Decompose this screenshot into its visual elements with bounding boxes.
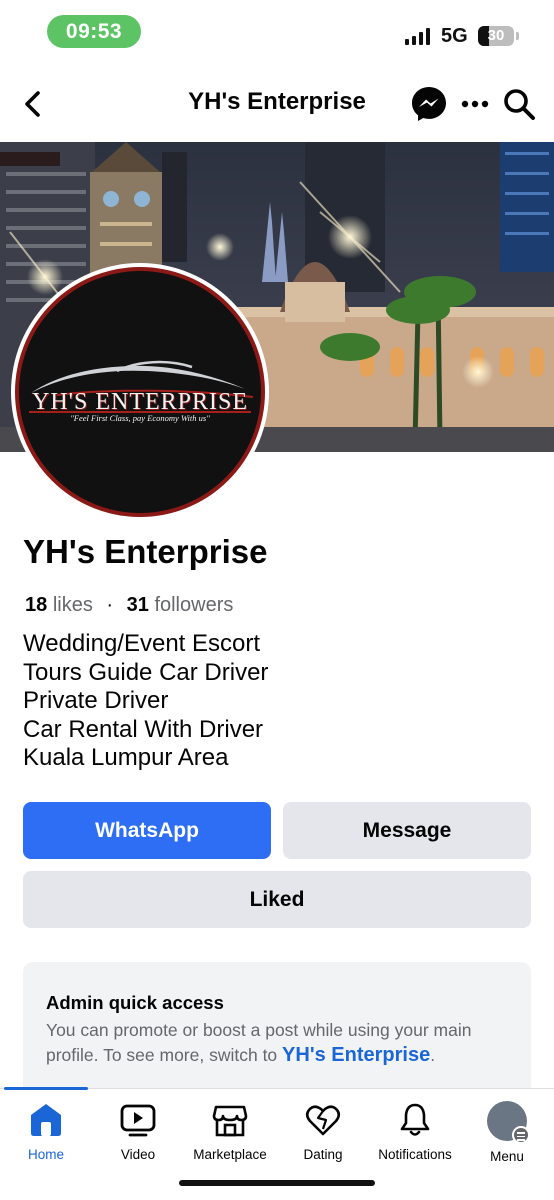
nav-label-dating: Dating xyxy=(303,1147,343,1162)
nav-item-marketplace[interactable]: Marketplace xyxy=(184,1101,276,1162)
logo-tagline: "Feel First Class, pay Economy With us" xyxy=(70,413,210,423)
video-icon xyxy=(120,1104,156,1137)
nav-label-menu: Menu xyxy=(490,1149,524,1164)
admin-description-suffix: . xyxy=(430,1045,436,1065)
bio-line: Car Rental With Driver xyxy=(23,715,264,743)
marketplace-icon xyxy=(212,1105,248,1137)
battery-level: 30 xyxy=(487,27,505,44)
header-title: YH's Enterprise xyxy=(188,88,366,115)
back-icon[interactable] xyxy=(18,88,50,120)
more-icon[interactable] xyxy=(460,94,490,114)
followers-count: 31 xyxy=(126,594,149,616)
followers-label[interactable]: followers xyxy=(154,594,233,616)
admin-title: Admin quick access xyxy=(46,992,224,1013)
admin-description: You can promote or boost a post while us… xyxy=(46,1018,516,1068)
status-time: 09:53 xyxy=(47,15,141,48)
bio-line: Wedding/Event Escort xyxy=(23,630,261,657)
liked-button[interactable]: Liked xyxy=(23,871,531,928)
nav-label-home: Home xyxy=(27,1147,64,1162)
nav-item-menu[interactable]: Menu xyxy=(461,1101,553,1164)
nav-item-video[interactable]: Video xyxy=(92,1101,184,1162)
whatsapp-button[interactable]: WhatsApp xyxy=(23,802,271,859)
logo: YH'S ENTERPRISE "Feel First Class, pay E… xyxy=(15,267,265,517)
home-indicator xyxy=(179,1180,375,1186)
menu-avatar xyxy=(487,1101,530,1144)
stats-separator: · xyxy=(106,594,114,616)
bio-line: Kuala Lumpur Area xyxy=(23,744,229,771)
home-icon xyxy=(31,1104,61,1136)
page-header: YH's Enterprise xyxy=(0,66,554,142)
nav-item-notifications[interactable]: Notifications xyxy=(369,1101,461,1162)
bell-icon xyxy=(400,1103,430,1136)
battery-icon: 30 xyxy=(478,26,514,46)
likes-count: 18 xyxy=(25,594,48,616)
nav-label-video: Video xyxy=(120,1147,156,1162)
dating-icon xyxy=(305,1105,341,1136)
bio-line: Tours Guide Car Driver xyxy=(23,658,269,686)
switch-profile-link[interactable]: YH's Enterprise xyxy=(282,1044,430,1066)
nav-label-marketplace: Marketplace xyxy=(193,1147,267,1162)
search-icon[interactable] xyxy=(502,87,536,121)
nav-item-home[interactable]: Home xyxy=(0,1101,92,1162)
message-button[interactable]: Message xyxy=(283,802,531,859)
messenger-icon[interactable] xyxy=(410,85,448,123)
battery-cap xyxy=(516,32,519,40)
likes-label[interactable]: likes xyxy=(53,594,93,616)
menu-icon xyxy=(512,1126,530,1144)
page-bio: Wedding/Event Escort Tours Guide Car Dri… xyxy=(23,630,268,773)
page-stats: 18 likes · 31 followers xyxy=(25,594,233,617)
nav-label-notifications: Notifications xyxy=(378,1147,452,1162)
network-label: 5G xyxy=(441,25,468,47)
status-bar: 09:53 5G 30 xyxy=(0,0,554,66)
signal-icon xyxy=(405,28,430,45)
nav-active-indicator xyxy=(4,1087,88,1090)
bio-line: Private Driver xyxy=(23,687,169,714)
admin-quick-access-card: Admin quick access You can promote or bo… xyxy=(23,962,531,1102)
profile-avatar[interactable]: YH'S ENTERPRISE "Feel First Class, pay E… xyxy=(11,263,269,521)
nav-item-dating[interactable]: Dating xyxy=(277,1101,369,1162)
page-title: YH's Enterprise xyxy=(23,533,268,570)
